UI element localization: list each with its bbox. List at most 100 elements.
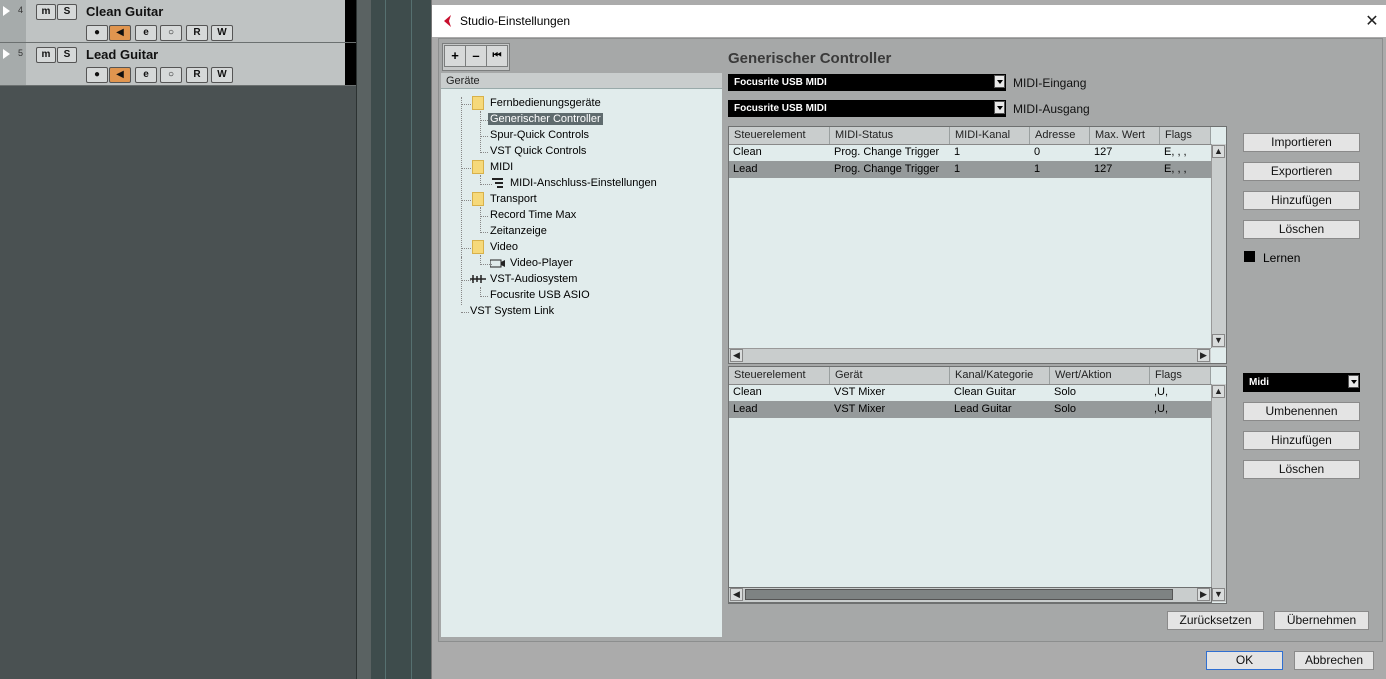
monitor-icon[interactable]: ◀	[109, 67, 131, 83]
read-button[interactable]: R	[186, 25, 208, 41]
bank-value: Midi	[1249, 377, 1269, 388]
tree-line	[480, 184, 492, 185]
column-header[interactable]: Max. Wert	[1090, 127, 1160, 144]
mute-button[interactable]: m	[36, 47, 56, 63]
tree-item-midi-anschluss-einstellungen[interactable]: MIDI-Anschluss-Einstellungen	[510, 177, 657, 189]
scroll-right-icon[interactable]: ▶	[1197, 588, 1210, 601]
track-color-bar	[345, 43, 356, 85]
record-enable-icon[interactable]: ●	[86, 67, 108, 83]
track-name[interactable]: Clean Guitar	[86, 4, 163, 19]
table-row[interactable]: Clean Prog. Change Trigger 1 0 127 E, , …	[729, 144, 1211, 161]
track-row[interactable]: 4 m S Clean Guitar ● ◀ e ○ R W	[0, 0, 356, 43]
bank-table: Steuerelement Gerät Kanal/Kategorie Wert…	[728, 366, 1227, 604]
tree-item-video[interactable]: Video	[490, 241, 518, 253]
tree-item-generischer-controller[interactable]: Generischer Controller	[488, 113, 603, 125]
table-row[interactable]: Lead VST Mixer Lead Guitar Solo ,U,	[729, 401, 1211, 418]
tree-item-fernbedienungsgeraete[interactable]: Fernbedienungsgeräte	[490, 97, 601, 109]
tree-line	[480, 207, 481, 233]
tree-item-video-player[interactable]: Video-Player	[510, 257, 573, 269]
rename-button[interactable]: Umbenennen	[1243, 402, 1360, 421]
tree-line	[461, 257, 462, 305]
scroll-up-icon[interactable]: ▲	[1212, 385, 1225, 398]
scroll-left-icon[interactable]: ◀	[730, 588, 743, 601]
solo-button[interactable]: S	[57, 4, 77, 20]
cancel-button[interactable]: Abbrechen	[1294, 651, 1374, 670]
scroll-up-icon[interactable]: ▲	[1212, 145, 1225, 158]
table-row[interactable]: Clean VST Mixer Clean Guitar Solo ,U,	[729, 384, 1211, 401]
chevron-down-icon[interactable]	[994, 101, 1005, 114]
export-button[interactable]: Exportieren	[1243, 162, 1360, 181]
expand-track-icon[interactable]	[3, 6, 10, 16]
reset-icon[interactable]: ⏮	[486, 45, 508, 67]
scroll-down-icon[interactable]: ▼	[1212, 588, 1225, 601]
tree-item-zeitanzeige[interactable]: Zeitanzeige	[490, 225, 547, 237]
tree-item-midi[interactable]: MIDI	[490, 161, 513, 173]
freeze-icon[interactable]: ○	[160, 67, 182, 83]
monitor-icon[interactable]: ◀	[109, 25, 131, 41]
column-header[interactable]: Steuerelement	[729, 367, 830, 384]
grid-line	[411, 0, 412, 679]
midi-output-select[interactable]: Focusrite USB MIDI	[728, 100, 1006, 117]
record-enable-icon[interactable]: ●	[86, 25, 108, 41]
reset-button[interactable]: Zurücksetzen	[1167, 611, 1264, 630]
apply-button[interactable]: Übernehmen	[1274, 611, 1369, 630]
vertical-scrollbar[interactable]: ▲ ▼	[1211, 144, 1226, 348]
track-row[interactable]: 5 m S Lead Guitar ● ◀ e ○ R W	[0, 43, 356, 86]
write-button[interactable]: W	[211, 25, 233, 41]
remove-icon[interactable]: –	[465, 45, 487, 67]
column-header[interactable]: Adresse	[1030, 127, 1090, 144]
chevron-down-icon[interactable]	[994, 75, 1005, 88]
device-tree: Fernbedienungsgeräte Generischer Control…	[441, 89, 722, 637]
column-header[interactable]: Gerät	[830, 367, 950, 384]
splitter[interactable]	[356, 0, 372, 679]
add-button[interactable]: Hinzufügen	[1243, 191, 1360, 210]
solo-button[interactable]: S	[57, 47, 77, 63]
table-cell: 1	[1034, 163, 1041, 175]
column-header[interactable]: Kanal/Kategorie	[950, 367, 1050, 384]
tree-item-transport[interactable]: Transport	[490, 193, 537, 205]
delete-bank-button[interactable]: Löschen	[1243, 460, 1360, 479]
scroll-left-icon[interactable]: ◀	[730, 349, 743, 362]
write-button[interactable]: W	[211, 67, 233, 83]
close-icon[interactable]: ✕	[1362, 11, 1382, 31]
delete-button[interactable]: Löschen	[1243, 220, 1360, 239]
column-header[interactable]: Steuerelement	[729, 127, 830, 144]
expand-track-icon[interactable]	[3, 49, 10, 59]
title-bar[interactable]: Studio-Einstellungen ✕	[432, 5, 1386, 37]
column-header[interactable]: MIDI-Kanal	[950, 127, 1030, 144]
add-bank-button[interactable]: Hinzufügen	[1243, 431, 1360, 450]
column-header[interactable]: Wert/Aktion	[1050, 367, 1150, 384]
track-name[interactable]: Lead Guitar	[86, 47, 158, 62]
edit-button[interactable]: e	[135, 67, 157, 83]
cubase-logo-icon	[444, 15, 451, 27]
import-button[interactable]: Importieren	[1243, 133, 1360, 152]
vertical-scrollbar[interactable]: ▲ ▼	[1211, 384, 1226, 602]
scroll-thumb[interactable]	[745, 589, 1173, 600]
tree-item-vst-system-link[interactable]: VST System Link	[470, 305, 554, 317]
chevron-down-icon[interactable]	[1348, 375, 1359, 388]
tree-item-focusrite-usb-asio[interactable]: Focusrite USB ASIO	[490, 289, 590, 301]
tree-item-spur-quick-controls[interactable]: Spur-Quick Controls	[490, 129, 589, 141]
tree-item-vst-audiosystem[interactable]: VST-Audiosystem	[490, 273, 577, 285]
column-header[interactable]: Flags	[1160, 127, 1211, 144]
scroll-down-icon[interactable]: ▼	[1212, 334, 1225, 347]
edit-button[interactable]: e	[135, 25, 157, 41]
column-header[interactable]: MIDI-Status	[830, 127, 950, 144]
horizontal-scrollbar[interactable]: ◀ ▶	[728, 587, 1212, 603]
add-icon[interactable]: +	[444, 45, 466, 67]
table-cell: VST Mixer	[834, 403, 886, 415]
ok-button[interactable]: OK	[1206, 651, 1283, 670]
midi-input-select[interactable]: Focusrite USB MIDI	[728, 74, 1006, 91]
tree-item-vst-quick-controls[interactable]: VST Quick Controls	[490, 145, 586, 157]
scroll-right-icon[interactable]: ▶	[1197, 349, 1210, 362]
read-button[interactable]: R	[186, 67, 208, 83]
bank-select[interactable]: Midi	[1243, 373, 1360, 392]
horizontal-scrollbar[interactable]: ◀ ▶	[729, 348, 1211, 363]
arrange-area[interactable]	[371, 0, 431, 679]
column-header[interactable]: Flags	[1150, 367, 1211, 384]
tree-item-record-time-max[interactable]: Record Time Max	[490, 209, 576, 221]
table-row[interactable]: Lead Prog. Change Trigger 1 1 127 E, , ,	[729, 161, 1211, 178]
mute-button[interactable]: m	[36, 4, 56, 20]
learn-checkbox[interactable]	[1244, 251, 1255, 262]
freeze-icon[interactable]: ○	[160, 25, 182, 41]
